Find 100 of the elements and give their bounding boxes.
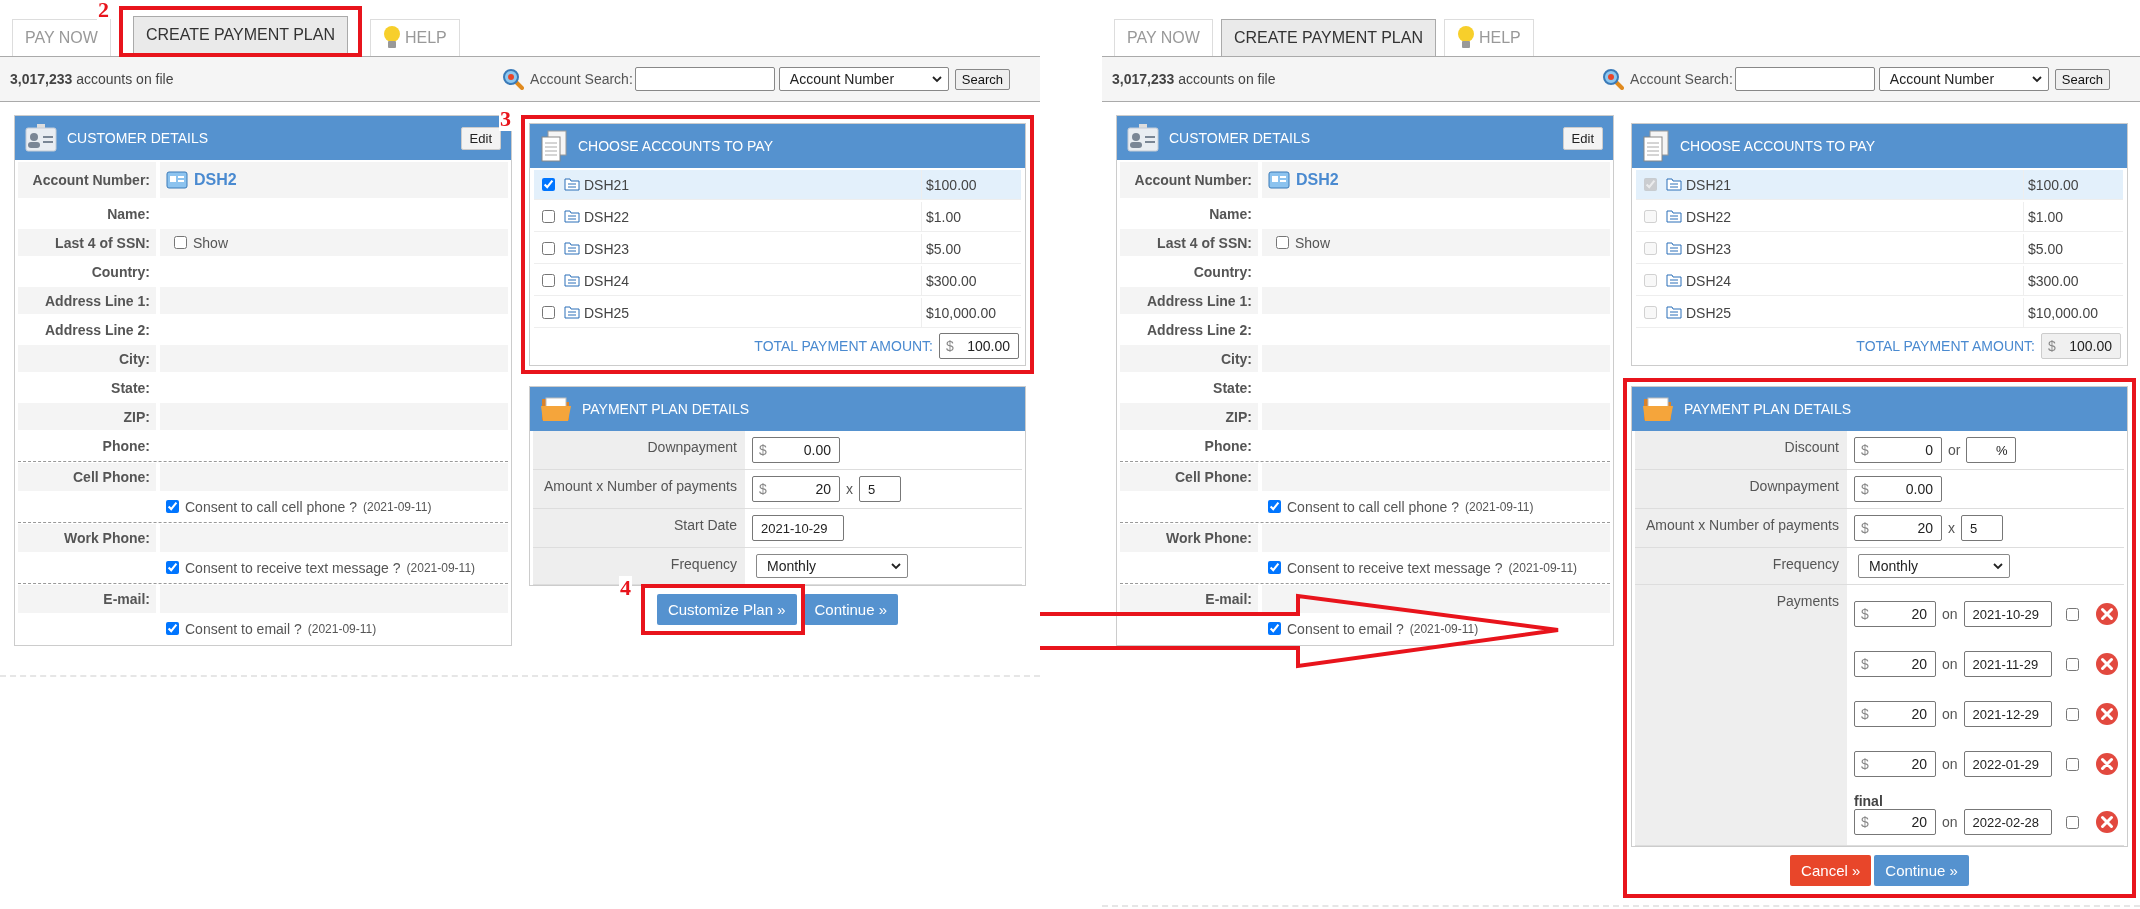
payment-amount-field[interactable]: $ 20 [1854, 751, 1936, 777]
id-card-icon [1127, 124, 1159, 152]
payment-checkbox[interactable] [2065, 815, 2079, 829]
payment-note: final [1854, 793, 1884, 809]
count-field[interactable]: 5 [1961, 515, 2003, 541]
remove-icon[interactable] [2094, 810, 2119, 834]
folder-icon [1666, 274, 1682, 287]
consent-date: (2021-09-11) [1409, 621, 1479, 636]
field-label: Cell Phone: [1120, 463, 1258, 491]
remove-icon[interactable] [2094, 652, 2119, 676]
account-amount: $1.00 [921, 202, 1021, 231]
consent-checkbox[interactable] [166, 561, 179, 574]
account-checkbox[interactable] [541, 242, 555, 255]
total-amount-field[interactable]: $ 100.00 [939, 333, 1019, 359]
date-field[interactable]: 2021-10-29 [752, 515, 844, 541]
account-name: DSH22 [584, 208, 630, 225]
account-name: DSH21 [1686, 176, 1732, 193]
tab[interactable]: CREATE PAYMENT PLAN [132, 16, 348, 53]
payment-date-field[interactable]: 2021-10-29 [1963, 601, 2052, 627]
field-label: Last 4 of SSN: [1120, 229, 1258, 256]
consent-checkbox[interactable] [1268, 561, 1281, 574]
field-label: Discount [1635, 431, 1847, 469]
amount-field[interactable]: $ 0.00 [1854, 476, 1942, 502]
payment-date-field[interactable]: 2021-12-29 [1963, 701, 2052, 727]
payment-checkbox[interactable] [2065, 757, 2079, 771]
consent-checkbox[interactable] [166, 622, 179, 635]
remove-icon[interactable] [2094, 752, 2119, 776]
search-label: Account Search: [530, 71, 633, 87]
account-checkbox[interactable] [541, 306, 555, 319]
field-label: Payments [1635, 585, 1847, 845]
show-checkbox[interactable] [174, 236, 187, 249]
payment-date-field[interactable]: 2021-11-29 [1963, 651, 2052, 677]
consent-label: Consent to email ? [1287, 620, 1404, 637]
account-checkbox[interactable] [541, 178, 555, 191]
amount-field[interactable]: $ 20 [752, 476, 840, 502]
total-label: TOTAL PAYMENT AMOUNT: [754, 338, 933, 354]
field-label: Downpayment [1635, 470, 1847, 508]
consent-checkbox[interactable] [1268, 500, 1281, 513]
folder-icon [1666, 178, 1682, 191]
consent-label: Consent to receive text message ? [185, 559, 401, 576]
payment-amount-field[interactable]: $ 20 [1854, 601, 1936, 627]
field-label: Amount x Number of payments [1635, 509, 1847, 547]
lightbulb-icon [383, 25, 401, 51]
account-amount: $300.00 [921, 266, 1021, 295]
document-icon [1642, 130, 1670, 162]
search-field[interactable] [634, 67, 775, 91]
chevron-icon [891, 562, 901, 570]
edit-button[interactable]: Edit [1562, 126, 1603, 150]
times-label: x [1948, 520, 1955, 536]
folder-icon [564, 178, 580, 191]
payment-checkbox[interactable] [2065, 657, 2079, 671]
account-checkbox[interactable] [541, 274, 555, 287]
payment-date-field[interactable]: 2022-02-28 [1963, 809, 2052, 835]
on-label: on [1942, 756, 1958, 772]
checkbox-label: Show [1295, 234, 1331, 251]
tab[interactable]: CREATE PAYMENT PLAN [1220, 19, 1436, 56]
cancel-button[interactable]: Cancel » [1790, 855, 1872, 886]
search-type-select[interactable]: Account Number [778, 67, 949, 91]
account-amount: $10,000.00 [2023, 298, 2123, 327]
panel-title: CHOOSE ACCOUNTS TO PAY [578, 138, 774, 154]
chevron-icon [1993, 562, 2003, 570]
payment-date-field[interactable]: 2022-01-29 [1963, 751, 2052, 777]
discount-percent-field[interactable]: % [1966, 437, 2017, 463]
consent-label: Consent to call cell phone ? [1287, 498, 1459, 515]
remove-icon[interactable] [2094, 602, 2119, 626]
frequency-select[interactable]: Monthly [756, 554, 908, 578]
field-label: Frequency [1635, 548, 1847, 584]
account-name: DSH23 [1686, 240, 1732, 257]
amount-field[interactable]: $ 0.00 [752, 437, 840, 463]
step-number: 2 [96, 0, 110, 22]
search-type-select[interactable]: Account Number [1878, 67, 2049, 91]
payment-amount-field[interactable]: $ 20 [1854, 701, 1936, 727]
payment-checkbox[interactable] [2065, 607, 2079, 621]
frequency-select[interactable]: Monthly [1858, 554, 2010, 578]
consent-checkbox[interactable] [166, 500, 179, 513]
account-checkbox[interactable] [541, 210, 555, 223]
accounts-count: 3,017,233 accounts on file [1112, 71, 1277, 87]
search-button[interactable]: Search [954, 68, 1010, 90]
consent-checkbox[interactable] [1268, 622, 1281, 635]
field-label: Work Phone: [1120, 524, 1258, 552]
remove-icon[interactable] [2094, 702, 2119, 726]
count-field[interactable]: 5 [859, 476, 901, 502]
amount-field[interactable]: $ 20 [1854, 515, 1942, 541]
payment-amount-field[interactable]: $ 20 [1854, 651, 1936, 677]
search-button[interactable]: Search [2054, 68, 2110, 90]
consent-label: Consent to email ? [185, 620, 302, 637]
total-label: TOTAL PAYMENT AMOUNT: [1856, 338, 2035, 354]
id-card-icon [25, 124, 57, 152]
payment-amount-field[interactable]: $ 20 [1854, 809, 1936, 835]
account-amount: $5.00 [921, 234, 1021, 263]
folder-icon [564, 210, 580, 223]
show-checkbox[interactable] [1276, 236, 1289, 249]
field-label: Start Date [533, 509, 745, 547]
account-card-icon [166, 171, 188, 189]
times-label: x [846, 481, 853, 497]
search-field[interactable] [1734, 67, 1875, 91]
discount-amount-field[interactable]: $ 0 [1854, 437, 1942, 463]
panel-title: PAYMENT PLAN DETAILS [1684, 401, 1852, 417]
payment-checkbox[interactable] [2065, 707, 2079, 721]
edit-button[interactable]: Edit [460, 126, 501, 150]
